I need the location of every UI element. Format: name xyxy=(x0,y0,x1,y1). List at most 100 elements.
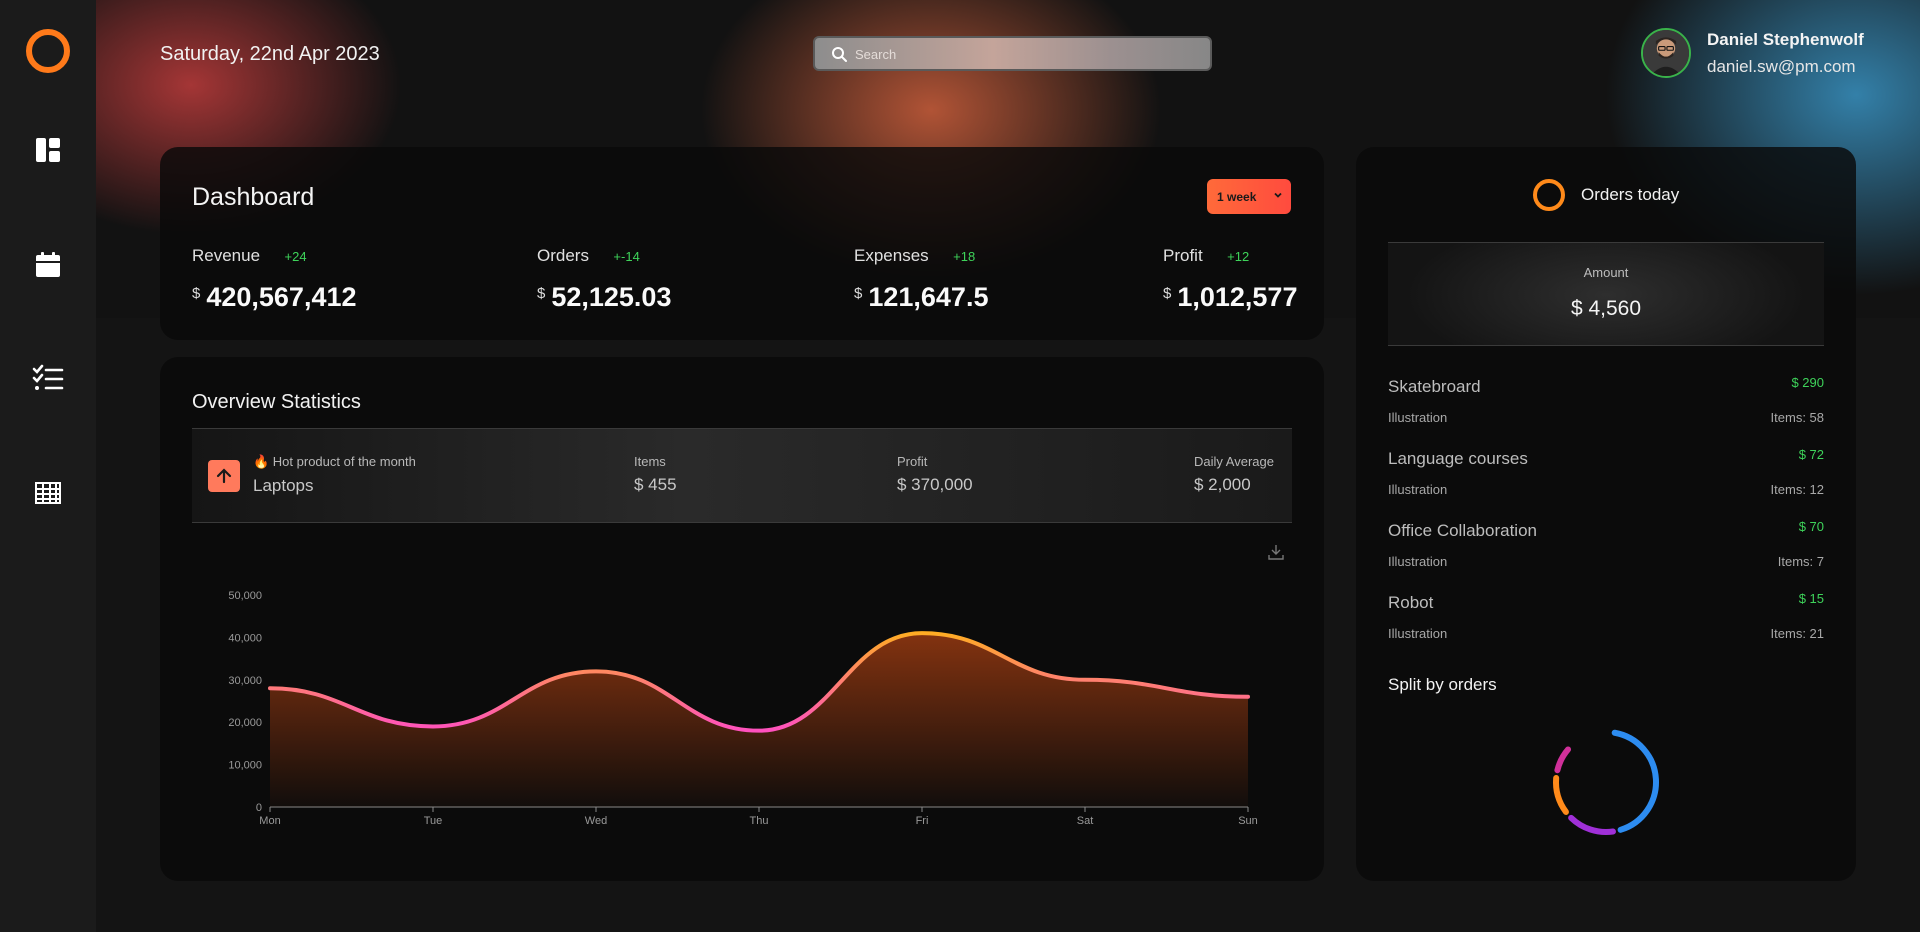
currency-symbol: $ xyxy=(854,285,863,302)
calendar-icon[interactable] xyxy=(32,249,64,281)
currency-symbol: $ xyxy=(1163,285,1172,302)
orders-today-card: Orders today Amount $ 4,560 Skatebroard … xyxy=(1356,147,1856,881)
y-tick-label: 30,000 xyxy=(228,675,262,687)
metric-value: 52,125.03 xyxy=(551,282,672,312)
metric-revenue: Revenue +24 $420,567,412 xyxy=(192,246,357,312)
x-tick-label: Tue xyxy=(424,815,443,827)
order-item-price: $ 70 xyxy=(1798,519,1824,534)
hot-product-col: 🔥 Hot product of the month Laptops xyxy=(253,454,416,496)
overview-chart: 0 10,000 20,000 30,000 40,000 50,000 Mon Tue Wed… xyxy=(228,590,1258,827)
metric-label: Profit xyxy=(1163,246,1203,265)
dashboard-card: Dashboard 1 week Revenue +24 $420,567,41… xyxy=(160,147,1324,340)
order-item[interactable]: Language courses $ 72 Illustration Items… xyxy=(1388,447,1824,509)
y-tick-label: 40,000 xyxy=(228,632,262,644)
items-label: Items xyxy=(634,454,666,469)
hot-product-row: 🔥 Hot product of the month Laptops Items… xyxy=(192,428,1292,523)
metric-orders: Orders +-14 $52,125.03 xyxy=(537,246,671,312)
order-item-price: $ 72 xyxy=(1798,447,1824,462)
sidebar xyxy=(0,0,96,932)
y-tick-label: 0 xyxy=(256,802,262,814)
donut-segment xyxy=(1611,729,1659,833)
arrow-up-icon xyxy=(216,468,232,484)
trend-up-badge xyxy=(208,460,240,492)
orders-today-title: Orders today xyxy=(1581,185,1680,204)
search-icon xyxy=(832,47,847,62)
donut-segment xyxy=(1553,774,1569,815)
orders-logo-icon xyxy=(1533,179,1565,211)
order-item-category: Illustration xyxy=(1388,410,1448,425)
x-tick-label: Sat xyxy=(1077,815,1094,827)
checklist-icon[interactable] xyxy=(32,362,64,394)
split-donut-chart xyxy=(1553,729,1659,835)
dashboard-icon[interactable] xyxy=(32,134,64,166)
order-item-name: Language courses xyxy=(1388,449,1528,468)
x-tick-label: Wed xyxy=(585,815,607,827)
user-email: daniel.sw@pm.com xyxy=(1707,57,1856,76)
app-logo[interactable] xyxy=(26,29,70,73)
order-item-category: Illustration xyxy=(1388,482,1448,497)
user-avatar[interactable] xyxy=(1641,28,1691,78)
metric-delta: +18 xyxy=(953,249,976,264)
metric-value: 1,012,577 xyxy=(1177,282,1298,312)
overview-title: Overview Statistics xyxy=(192,391,361,413)
order-item-price: $ 290 xyxy=(1791,375,1824,390)
metric-delta: +24 xyxy=(284,249,307,264)
order-item-count: Items: 12 xyxy=(1770,482,1824,497)
hot-product-name: Laptops xyxy=(253,476,314,495)
items-value: $ 455 xyxy=(634,475,677,494)
amount-value: $ 4,560 xyxy=(1570,297,1642,320)
order-item-category: Illustration xyxy=(1388,626,1448,641)
metric-profit: Profit +12 $1,012,577 xyxy=(1163,246,1297,312)
search-input[interactable] xyxy=(855,42,1195,66)
y-tick-label: 10,000 xyxy=(228,760,262,772)
user-name[interactable]: Daniel Stephenwolf xyxy=(1707,30,1864,50)
order-item-count: Items: 21 xyxy=(1770,626,1824,641)
order-item-name: Robot xyxy=(1388,593,1434,612)
search-bar[interactable] xyxy=(813,36,1212,71)
order-item-category: Illustration xyxy=(1388,554,1448,569)
order-item-name: Skatebroard xyxy=(1388,377,1481,396)
currency-symbol: $ xyxy=(537,285,546,302)
profit-label: Profit xyxy=(897,454,928,469)
metric-expenses: Expenses +18 $121,647.5 xyxy=(854,246,988,312)
items-col: Items $ 455 xyxy=(634,454,677,495)
donut-segment xyxy=(1554,746,1572,774)
y-tick-label: 50,000 xyxy=(228,590,262,602)
amount-box: Amount $ 4,560 xyxy=(1388,242,1824,346)
dashboard-title: Dashboard xyxy=(192,183,315,211)
donut-segment xyxy=(1568,814,1616,835)
period-select-label: 1 week xyxy=(1217,189,1257,204)
download-icon[interactable] xyxy=(1267,543,1285,561)
amount-label: Amount xyxy=(1583,265,1629,280)
metric-value: 121,647.5 xyxy=(868,282,989,312)
daily-average-col: Daily Average $ 2,000 xyxy=(1194,454,1274,495)
metric-label: Revenue xyxy=(192,246,261,265)
overview-card: Overview Statistics 🔥 Hot product of the… xyxy=(160,357,1324,881)
daily-average-value: $ 2,000 xyxy=(1194,475,1251,494)
order-item[interactable]: Office Collaboration $ 70 Illustration I… xyxy=(1388,519,1824,581)
x-tick-label: Fri xyxy=(916,815,929,827)
order-item[interactable]: Skatebroard $ 290 Illustration Items: 58 xyxy=(1388,375,1824,437)
x-tick-label: Sun xyxy=(1238,815,1258,827)
order-item-count: Items: 58 xyxy=(1770,410,1824,425)
hot-product-label: 🔥 Hot product of the month xyxy=(253,454,416,469)
order-item-count: Items: 7 xyxy=(1777,554,1824,569)
chevron-down-icon xyxy=(1274,192,1282,198)
split-by-orders-title: Split by orders xyxy=(1388,675,1497,694)
period-select[interactable]: 1 week xyxy=(1207,179,1291,214)
x-tick-label: Mon xyxy=(259,815,280,827)
daily-average-label: Daily Average xyxy=(1194,454,1274,469)
currency-symbol: $ xyxy=(192,285,201,302)
order-item[interactable]: Robot $ 15 Illustration Items: 21 xyxy=(1388,591,1824,653)
order-item-price: $ 15 xyxy=(1798,591,1824,606)
metric-label: Expenses xyxy=(854,246,929,265)
metric-label: Orders xyxy=(537,246,589,265)
metric-delta: +-14 xyxy=(613,249,640,264)
area-fill xyxy=(270,633,1248,807)
x-tick-label: Thu xyxy=(750,815,769,827)
order-item-name: Office Collaboration xyxy=(1388,521,1537,540)
profit-value: $ 370,000 xyxy=(897,475,973,494)
current-date: Saturday, 22nd Apr 2023 xyxy=(160,43,380,65)
table-grid-icon[interactable] xyxy=(32,477,64,509)
y-tick-label: 20,000 xyxy=(228,717,262,729)
